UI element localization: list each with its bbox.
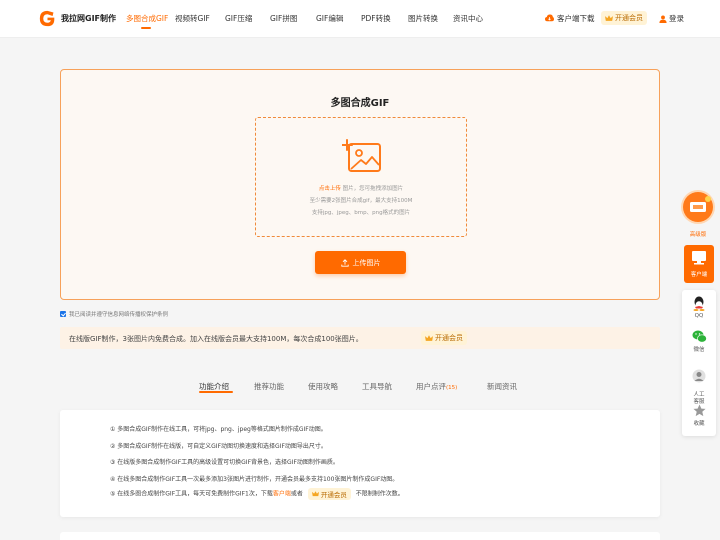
- client-download-link[interactable]: 客户端下载: [545, 13, 595, 24]
- tab-reviews-count: (15): [446, 385, 458, 391]
- sidebar-item-favorite-label: 收藏: [693, 421, 705, 427]
- intro-item-5-suffix: 不限制制作次数。: [355, 490, 404, 498]
- logo-text[interactable]: 我拉网GIF制作: [61, 13, 116, 24]
- nav-item-gif-compress[interactable]: GIF压缩: [225, 13, 252, 24]
- tab-active-indicator: [199, 391, 233, 393]
- tab-news[interactable]: 新闻资讯: [487, 381, 517, 392]
- wechat-icon: [692, 330, 707, 343]
- vip-button[interactable]: 开通会员: [601, 11, 647, 25]
- customer-service-icon: [692, 369, 706, 383]
- nav-item-gif-puzzle[interactable]: GIF拼图: [270, 13, 297, 24]
- nav-item-pdf-convert[interactable]: PDF转换: [361, 13, 391, 24]
- dropzone-hint-2: 至少需要2张图片合成gif，最大支持100M: [309, 198, 413, 204]
- nav-item-image-convert[interactable]: 图片转换: [408, 13, 438, 24]
- next-section-card: [60, 532, 660, 540]
- tab-reviews-label: 用户点评: [416, 382, 446, 391]
- sidebar-item-qq[interactable]: QQ: [682, 296, 716, 319]
- nav-item-news-center[interactable]: 资讯中心: [453, 13, 483, 24]
- upload-dropzone[interactable]: 点击上传 图片，您可拖拽添加图片 至少需要2张图片合成gif，最大支持100M …: [255, 117, 467, 237]
- feature-intro-card: ① 多图合成GIF制作在线工具，可将jpg、png、jpeg等格式图片制作成GI…: [60, 410, 660, 517]
- intro-item: ③ 在线版多图合成制作GIF工具的高级设置可切换GIF背景色，选择GIF动图制作…: [110, 459, 339, 466]
- sidebar-contact-list: QQ 微信 人工 客服 收藏: [682, 290, 716, 436]
- upload-panel-title: 多图合成GIF: [330, 98, 390, 109]
- upload-button-label: 上传图片: [352, 258, 381, 267]
- dropzone-hint-1-text: 图片，您可拖拽添加图片: [342, 186, 404, 192]
- intro-item-5-prefix: ⑤ 在线多图合成制作GIF工具，每天可免费制作GIF1次，下载: [110, 490, 273, 498]
- agreement-checkbox[interactable]: [60, 311, 66, 317]
- intro-vip-label: 开通会员: [320, 491, 347, 499]
- sidebar-item-service[interactable]: 人工 客服: [682, 362, 716, 406]
- sidebar-item-wechat[interactable]: 微信: [682, 330, 716, 353]
- client-link[interactable]: 客户端: [273, 491, 291, 498]
- ticket-icon: [690, 196, 711, 212]
- tab-guide[interactable]: 使用攻略: [308, 381, 338, 392]
- dropzone-hint-1: 点击上传 图片，您可拖拽添加图片: [256, 184, 466, 192]
- logo-icon[interactable]: [39, 10, 56, 27]
- dropzone-hint-3: 支持jpg、jpeg、bmp、png格式的图片: [311, 210, 411, 216]
- intro-item: ④ 在线多图合成制作GIF工具一次最多添加3张图片进行制作，开通会员最多支持10…: [110, 476, 399, 483]
- login-link[interactable]: 登录: [659, 13, 684, 24]
- nav-item-gif-edit[interactable]: GIF编辑: [316, 13, 343, 24]
- nav-item-video-to-gif[interactable]: 视频转GIF: [175, 13, 210, 24]
- sidebar-item-qq-label: QQ: [694, 313, 704, 319]
- vip-button-label: 开通会员: [615, 14, 643, 22]
- login-label: 登录: [669, 14, 684, 23]
- intro-item-5-mid: 或者: [290, 490, 303, 498]
- sidebar-client-label: 客户端: [690, 272, 708, 278]
- star-icon: [692, 404, 706, 417]
- agreement-row: 我已阅读并遵守信息网络传播权保护条例: [60, 310, 168, 318]
- sidebar-client-button[interactable]: 客户端: [684, 245, 714, 283]
- notice-vip-button[interactable]: 开通会员: [421, 331, 467, 345]
- crown-icon: [605, 14, 613, 21]
- add-image-icon: [342, 139, 381, 172]
- nav-active-indicator: [141, 27, 151, 29]
- upload-image-button[interactable]: 上传图片: [315, 251, 406, 274]
- crown-icon: [311, 491, 319, 497]
- sidebar-item-wechat-label: 微信: [693, 347, 705, 353]
- notice-bar: 在线版GIF制作，3张图片内免费合成。加入在线版会员最大支持100M，每次合成1…: [60, 327, 660, 349]
- notice-text: 在线版GIF制作，3张图片内免费合成。加入在线版会员最大支持100M，每次合成1…: [69, 335, 363, 343]
- top-header: 我拉网GIF制作 多图合成GIF 视频转GIF GIF压缩 GIF拼图 GIF编…: [0, 0, 720, 38]
- premium-label: 高级版: [689, 232, 707, 238]
- monitor-icon: [692, 251, 706, 265]
- premium-gift: [683, 192, 713, 222]
- sidebar-item-favorite[interactable]: 收藏: [682, 404, 716, 427]
- premium-float[interactable]: 高级版: [682, 192, 714, 242]
- tab-recommended[interactable]: 推荐功能: [254, 381, 284, 392]
- agreement-text[interactable]: 我已阅读并遵守信息网络传播权保护条例: [69, 310, 168, 318]
- info-tabs: 功能介绍 推荐功能 使用攻略 工具导航 用户点评(15) 新闻资讯: [0, 381, 720, 401]
- tab-tool-nav[interactable]: 工具导航: [362, 381, 392, 392]
- cloud-download-icon: [545, 14, 554, 22]
- upload-icon: [340, 258, 349, 267]
- qq-icon: [693, 296, 705, 311]
- client-download-label: 客户端下载: [557, 14, 595, 23]
- click-upload-link[interactable]: 点击上传: [319, 186, 341, 192]
- intro-item: ② 多图合成GIF制作在线版，可自定义GIF动图切换速度和选择GIF动图导出尺寸…: [110, 443, 327, 450]
- nav-item-multi-image-gif[interactable]: 多图合成GIF: [126, 13, 168, 24]
- upload-panel: 多图合成GIF 点击上传 图片，您可拖拽添加图片 至少需要2张图片合成gif，最…: [60, 69, 660, 300]
- user-icon: [659, 14, 667, 23]
- tab-reviews[interactable]: 用户点评(15): [416, 381, 457, 392]
- intro-item: ⑤ 在线多图合成制作GIF工具，每天可免费制作GIF1次，下载客户端或者 开通会…: [110, 488, 404, 500]
- crown-icon: [425, 334, 433, 341]
- intro-vip-button[interactable]: 开通会员: [307, 488, 351, 500]
- intro-item: ① 多图合成GIF制作在线工具，可将jpg、png、jpeg等格式图片制作成GI…: [110, 426, 327, 433]
- notice-vip-label: 开通会员: [435, 334, 463, 342]
